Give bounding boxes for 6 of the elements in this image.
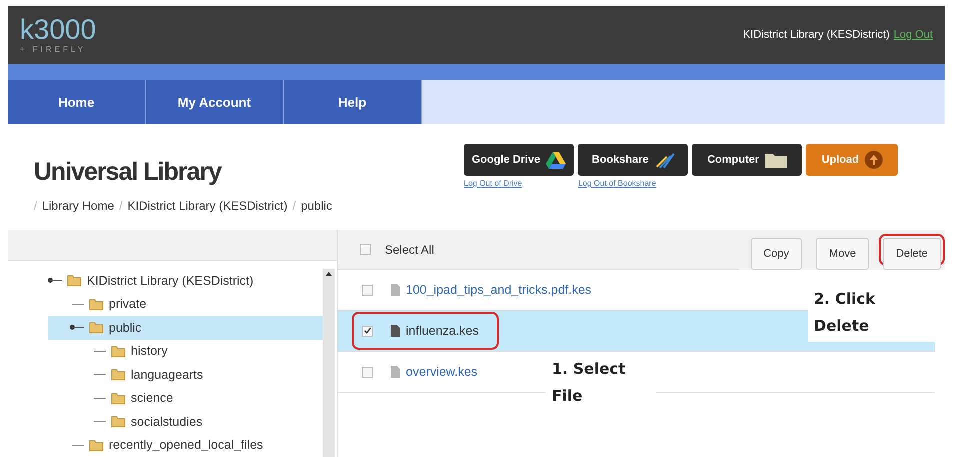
breadcrumb-separator: / bbox=[292, 199, 296, 213]
breadcrumb-separator: / bbox=[34, 199, 38, 213]
breadcrumb-separator: / bbox=[119, 199, 123, 213]
logo: k3000 + FIREFLY bbox=[20, 16, 96, 54]
page-title: Universal Library bbox=[34, 158, 223, 187]
account-name: KIDistrict Library (KESDistrict) bbox=[743, 29, 890, 41]
